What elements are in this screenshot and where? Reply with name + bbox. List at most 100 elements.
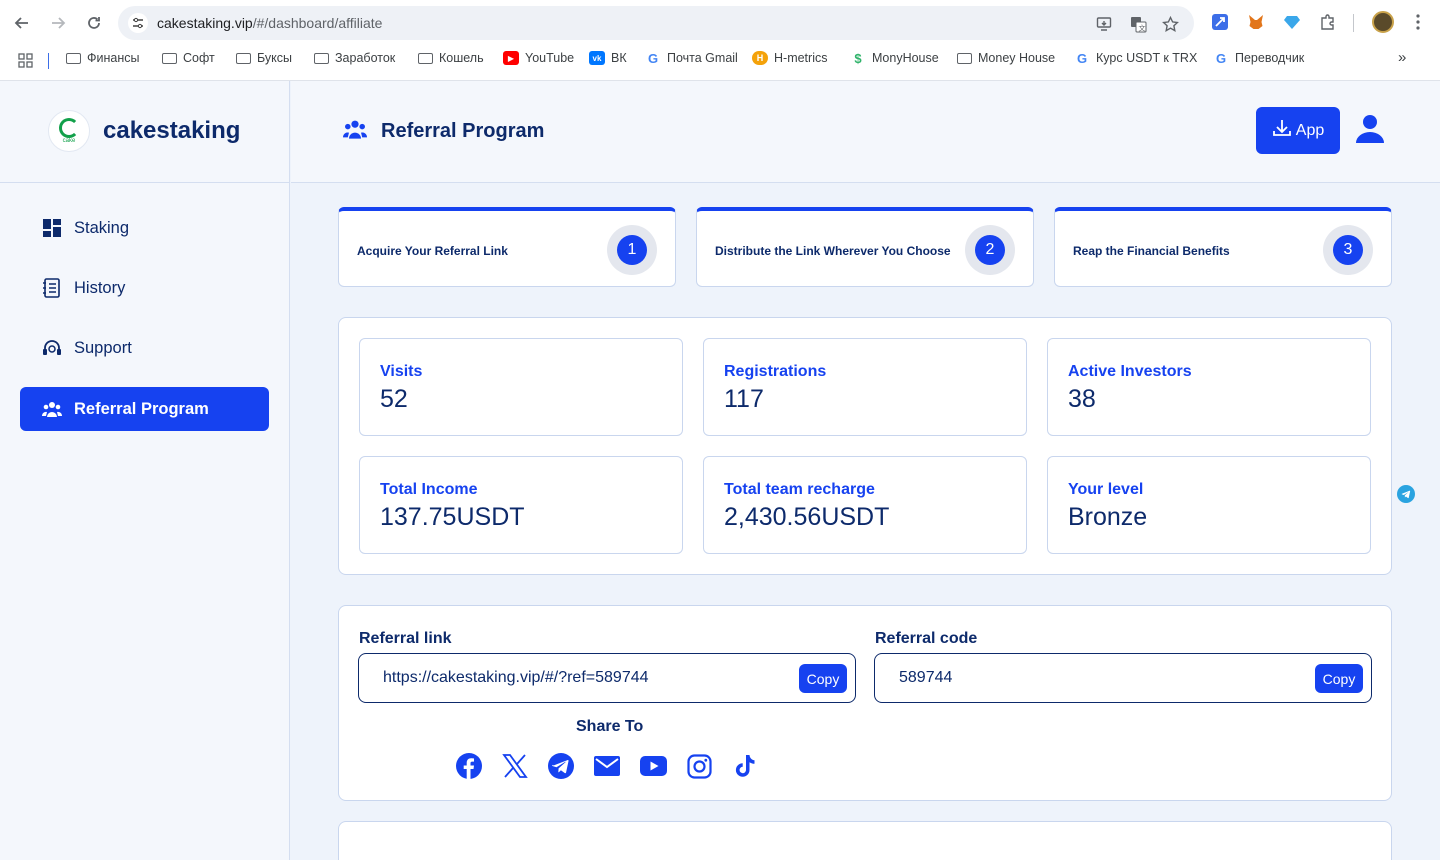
bookmark-folder[interactable]: Софт bbox=[162, 51, 215, 65]
referral-code-value: 589744 bbox=[899, 669, 953, 686]
sidebar-item-history[interactable]: History bbox=[20, 266, 269, 310]
stat-label: Visits bbox=[380, 363, 423, 380]
telegram-icon[interactable] bbox=[547, 752, 575, 780]
bookmark-translator[interactable]: G Переводчик bbox=[1213, 50, 1304, 66]
stat-label: Active Investors bbox=[1068, 363, 1192, 380]
step-number: 3 bbox=[1333, 235, 1363, 265]
referral-link-label: Referral link bbox=[359, 630, 452, 647]
folder-icon bbox=[314, 52, 329, 64]
browser-toolbar: cakestaking.vip/#/dashboard/affiliate 文 bbox=[0, 0, 1440, 45]
toolbar-divider bbox=[1353, 14, 1354, 32]
stat-value: 2,430.56USDT bbox=[724, 503, 890, 531]
referral-code-label: Referral code bbox=[875, 630, 978, 647]
main-content: Acquire Your Referral Link 1 Distribute … bbox=[291, 183, 1440, 860]
metamask-fox-icon[interactable] bbox=[1246, 12, 1266, 32]
telegram-float-icon[interactable] bbox=[1397, 485, 1415, 503]
dashboard-icon bbox=[42, 218, 62, 238]
sidebar-item-label: Staking bbox=[74, 218, 130, 237]
apps-grid-icon[interactable] bbox=[18, 53, 33, 68]
bookmark-folder[interactable]: Буксы bbox=[236, 51, 292, 65]
back-icon[interactable] bbox=[10, 11, 34, 35]
step-card: Acquire Your Referral Link 1 bbox=[338, 207, 676, 287]
folder-icon bbox=[418, 52, 433, 64]
youtube-icon[interactable] bbox=[639, 752, 667, 780]
profile-avatar[interactable] bbox=[1372, 11, 1394, 33]
stat-label: Registrations bbox=[724, 363, 827, 380]
folder-icon bbox=[957, 52, 972, 64]
bookmark-gmail[interactable]: G Почта Gmail bbox=[645, 51, 738, 66]
stat-total-team-recharge: Total team recharge 2,430.56USDT bbox=[703, 456, 1027, 554]
step-number: 1 bbox=[617, 235, 647, 265]
extension-cast-icon[interactable] bbox=[1210, 12, 1230, 32]
user-profile-icon[interactable] bbox=[1353, 111, 1387, 145]
address-bar[interactable]: cakestaking.vip/#/dashboard/affiliate 文 bbox=[118, 6, 1194, 40]
diamond-extension-icon[interactable] bbox=[1282, 12, 1302, 32]
stat-active-investors: Active Investors 38 bbox=[1047, 338, 1371, 436]
app-button-label: App bbox=[1295, 121, 1325, 139]
google-icon: G bbox=[1215, 50, 1227, 66]
stat-visits: Visits 52 bbox=[359, 338, 683, 436]
mail-icon[interactable] bbox=[593, 752, 621, 780]
bookmark-folder[interactable]: Кошель bbox=[418, 51, 484, 65]
reload-icon[interactable] bbox=[82, 11, 106, 35]
sidebar-item-staking[interactable]: Staking bbox=[20, 206, 269, 250]
brand-name: cakestaking bbox=[103, 117, 241, 144]
bookmark-folder[interactable]: Money House bbox=[957, 51, 1055, 65]
share-title: Share To bbox=[576, 718, 644, 735]
page-title-group: Referral Program bbox=[342, 119, 544, 144]
bookmark-monyhouse[interactable]: $ MonyHouse bbox=[850, 51, 938, 66]
folder-icon bbox=[162, 52, 177, 64]
step-text: Reap the Financial Benefits bbox=[1073, 244, 1230, 258]
document-icon bbox=[42, 278, 62, 298]
browser-menu-icon[interactable] bbox=[1408, 12, 1428, 32]
cake-logo-icon bbox=[59, 117, 79, 138]
install-icon[interactable] bbox=[1094, 14, 1114, 34]
forward-icon[interactable] bbox=[46, 11, 70, 35]
more-bookmarks-button[interactable]: » bbox=[1398, 49, 1406, 66]
instagram-icon[interactable] bbox=[685, 752, 713, 780]
stat-total-income: Total Income 137.75USDT bbox=[359, 456, 683, 554]
download-icon bbox=[1272, 118, 1292, 143]
copy-link-button[interactable]: Copy bbox=[799, 664, 847, 693]
bookmark-vk[interactable]: vk ВК bbox=[589, 51, 627, 65]
sidebar-item-referral-program[interactable]: Referral Program bbox=[20, 387, 269, 431]
stat-registrations: Registrations 117 bbox=[703, 338, 1027, 436]
sidebar-item-support[interactable]: Support bbox=[20, 326, 269, 370]
x-icon[interactable] bbox=[501, 752, 529, 780]
google-icon: G bbox=[1076, 50, 1088, 66]
step-text: Distribute the Link Wherever You Choose bbox=[715, 244, 951, 258]
stat-value: 117 bbox=[724, 385, 764, 413]
bookmark-folder[interactable]: Заработок bbox=[314, 51, 395, 65]
download-app-button[interactable]: App bbox=[1256, 107, 1340, 154]
folder-icon bbox=[66, 52, 81, 64]
step-number: 2 bbox=[975, 235, 1005, 265]
sidebar-item-label: Support bbox=[74, 338, 132, 357]
bookmark-hmetrics[interactable]: H H-metrics bbox=[752, 51, 827, 65]
browser-chrome: cakestaking.vip/#/dashboard/affiliate 文 bbox=[0, 0, 1440, 81]
stat-your-level: Your level Bronze bbox=[1047, 456, 1371, 554]
bookmark-folder[interactable]: Финансы bbox=[66, 51, 139, 65]
bookmark-star-icon[interactable] bbox=[1160, 14, 1180, 34]
stats-panel: Visits 52 Registrations 117 Active Inves… bbox=[338, 317, 1392, 575]
users-icon bbox=[42, 399, 62, 419]
referral-link-field[interactable]: https://cakestaking.vip/#/?ref=589744 Co… bbox=[358, 653, 856, 703]
stat-value: 38 bbox=[1068, 385, 1096, 413]
step-card: Reap the Financial Benefits 3 bbox=[1054, 207, 1392, 287]
site-info-icon[interactable] bbox=[128, 13, 148, 33]
vk-icon: vk bbox=[589, 51, 605, 65]
referral-code-field[interactable]: 589744 Copy bbox=[874, 653, 1372, 703]
bookmark-usdt-trx[interactable]: G Курс USDT к TRX bbox=[1074, 50, 1197, 66]
translate-icon[interactable]: 文 bbox=[1128, 14, 1148, 34]
step-text: Acquire Your Referral Link bbox=[357, 244, 508, 258]
stat-label: Your level bbox=[1068, 481, 1144, 498]
extensions-puzzle-icon[interactable] bbox=[1318, 12, 1338, 32]
sidebar-brand: cake cakestaking bbox=[0, 81, 290, 183]
copy-code-button[interactable]: Copy bbox=[1315, 664, 1363, 693]
stat-label: Total team recharge bbox=[724, 481, 875, 498]
bookmark-youtube[interactable]: ▶ YouTube bbox=[503, 51, 574, 65]
tiktok-icon[interactable] bbox=[731, 752, 759, 780]
stat-value: Bronze bbox=[1068, 503, 1148, 531]
brand-logo[interactable]: cake bbox=[48, 110, 90, 152]
sidebar: Staking History Support Referral Program bbox=[0, 183, 290, 860]
facebook-icon[interactable] bbox=[455, 752, 483, 780]
